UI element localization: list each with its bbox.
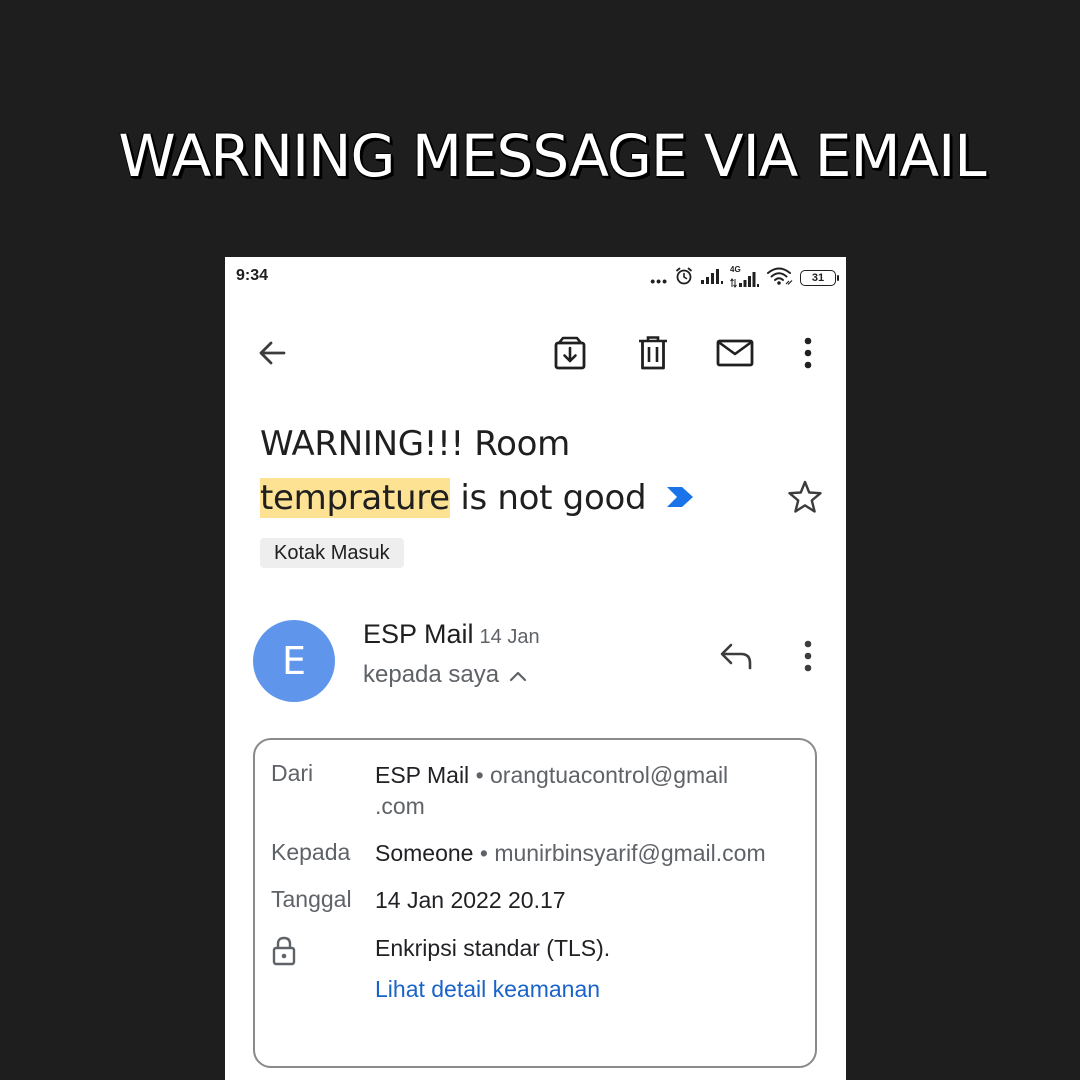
more-vertical-icon bbox=[803, 337, 813, 374]
subject-line-1: WARNING!!! Room bbox=[260, 424, 570, 464]
arrow-back-icon bbox=[256, 337, 288, 374]
email-subject: WARNING!!! Room temprature is not good bbox=[260, 417, 760, 527]
page-headline: WARNING MESSAGE VIA EMAIL bbox=[118, 122, 986, 190]
signal-icon bbox=[700, 267, 724, 290]
to-label: Kepada bbox=[271, 839, 351, 865]
signal-4g-icon: 4G bbox=[730, 265, 760, 288]
recipient-toggle[interactable]: kepada saya bbox=[363, 661, 527, 689]
back-button[interactable] bbox=[252, 335, 292, 375]
importance-marker-icon[interactable] bbox=[665, 470, 695, 524]
from-email: orangtuacontrol@gmail bbox=[490, 762, 729, 788]
message-more-button[interactable] bbox=[788, 637, 828, 679]
date-value: 14 Jan 2022 20.17 bbox=[375, 887, 566, 913]
status-time: 9:34 bbox=[236, 267, 269, 284]
star-button[interactable] bbox=[787, 479, 823, 515]
mail-icon bbox=[716, 338, 754, 373]
encryption-value: Enkripsi standar (TLS). bbox=[375, 935, 611, 961]
message-date: 14 Jan bbox=[479, 626, 540, 648]
more-options-button[interactable] bbox=[788, 335, 828, 375]
reply-icon bbox=[719, 642, 753, 675]
to-email: munirbinsyarif@gmail.com bbox=[494, 840, 766, 866]
from-email-domain: .com bbox=[375, 793, 425, 819]
reply-button[interactable] bbox=[715, 637, 757, 679]
lock-icon bbox=[271, 936, 297, 972]
delete-button[interactable] bbox=[633, 335, 673, 375]
sender-row: ESP Mail 14 Jan bbox=[363, 619, 540, 650]
avatar[interactable]: E bbox=[253, 620, 335, 702]
to-value: Someone • munirbinsyarif@gmail.com bbox=[375, 840, 766, 866]
alarm-icon bbox=[674, 266, 694, 291]
label-chip-inbox[interactable]: Kotak Masuk bbox=[260, 538, 404, 568]
chevron-up-icon bbox=[509, 661, 527, 689]
battery-indicator: 31 bbox=[800, 270, 839, 286]
date-label: Tanggal bbox=[271, 886, 352, 912]
from-label: Dari bbox=[271, 760, 314, 786]
more-notifications-icon: ••• bbox=[650, 273, 668, 289]
security-details-link[interactable]: Lihat detail keamanan bbox=[375, 974, 600, 1005]
trash-icon bbox=[638, 335, 668, 375]
to-name: Someone bbox=[375, 840, 474, 866]
recipient-summary: kepada saya bbox=[363, 661, 500, 688]
status-icons: ••• 4G 31 bbox=[650, 265, 839, 291]
wifi-icon bbox=[766, 266, 794, 291]
sender-name: ESP Mail bbox=[363, 619, 474, 649]
from-name: ESP Mail bbox=[375, 762, 470, 788]
message-details-card: Dari ESP Mail • orangtuacontrol@gmail .c… bbox=[253, 738, 817, 1068]
archive-button[interactable] bbox=[550, 335, 590, 375]
subject-rest: is not good bbox=[460, 478, 647, 518]
search-highlight: temprature bbox=[260, 478, 450, 518]
phone-screen: 9:34 ••• 4G 31 WARNING!!! Room tempratur… bbox=[225, 257, 846, 1080]
star-outline-icon bbox=[787, 480, 823, 519]
more-vertical-icon bbox=[803, 640, 813, 677]
mark-unread-button[interactable] bbox=[715, 335, 755, 375]
from-value: ESP Mail • orangtuacontrol@gmail .com bbox=[375, 762, 729, 819]
archive-icon bbox=[553, 336, 587, 375]
